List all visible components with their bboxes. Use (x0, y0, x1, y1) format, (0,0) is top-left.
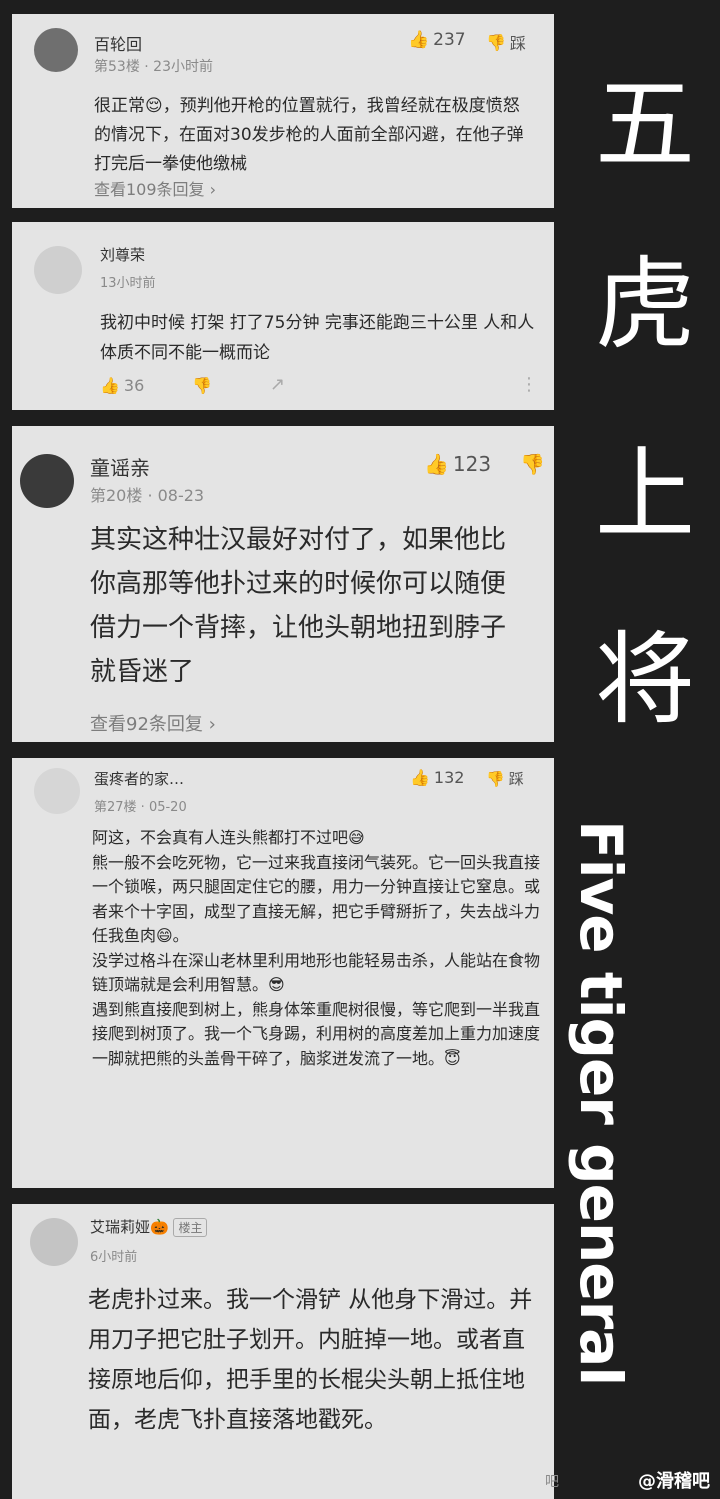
dislike-button[interactable]: 👎 踩 (486, 768, 524, 789)
dislike-button[interactable]: 👎 (192, 376, 212, 395)
comment-card: 百轮回 第53楼 · 23小时前 👍 237 👎 踩 很正常😌，预判他开枪的位置… (12, 14, 554, 208)
comment-card: 刘尊荣 13小时前 我初中时候 打架 打了75分钟 完事还能跑三十公里 人和人体… (12, 222, 554, 410)
share-icon: ↗ (270, 374, 286, 395)
avatar[interactable] (34, 768, 80, 814)
comment-username[interactable]: 百轮回 (94, 31, 142, 55)
like-button[interactable]: 👍 132 (410, 768, 464, 787)
side-title-char: 将 (595, 621, 695, 738)
watermark-fragment: 吧 (545, 1474, 559, 1490)
like-button[interactable]: 👍 237 (408, 30, 466, 50)
share-button[interactable]: ↗ (270, 374, 285, 395)
view-replies-link[interactable]: 查看92条回复 › (90, 710, 216, 736)
more-icon: ⋮ (520, 374, 538, 395)
comment-card: 艾瑞莉娅🎃 楼主 6小时前 老虎扑过来。我一个滑铲 从他身下滑过。并用刀子把它肚… (12, 1204, 554, 1499)
watermark: @滑稽吧 (638, 1471, 710, 1492)
like-count: 36 (123, 376, 145, 395)
view-replies-link[interactable]: 查看109条回复 › (94, 176, 216, 200)
comment-username[interactable]: 蛋疼者的家… (94, 768, 184, 789)
comment-username[interactable]: 刘尊荣 (100, 244, 145, 265)
comment-meta: 第53楼 · 23小时前 (94, 59, 213, 75)
side-title-char: 虎 (595, 246, 695, 363)
like-button[interactable]: 👍 36 (100, 376, 144, 395)
thumbs-down-icon: 👎 (486, 769, 505, 788)
comment-meta: 第20楼 · 08-23 (90, 486, 205, 505)
avatar[interactable] (34, 246, 82, 294)
like-count: 132 (433, 768, 465, 787)
dislike-label: 踩 (508, 770, 524, 788)
author-badge: 楼主 (173, 1218, 208, 1237)
thumbs-down-icon: 👎 (520, 452, 545, 476)
thumbs-up-icon: 👍 (408, 30, 430, 50)
comment-card: 蛋疼者的家… 第27楼 · 05-20 👍 132 👎 踩 阿这，不会真有人连头… (12, 758, 554, 1188)
side-title-char: 五 (595, 66, 695, 183)
dislike-label: 踩 (509, 34, 526, 53)
comment-username[interactable]: 童谣亲 (90, 452, 150, 481)
thumbs-up-icon: 👍 (410, 768, 430, 787)
comment-card: 童谣亲 第20楼 · 08-23 👍 123 👎 其实这种壮汉最好对付了，如果他… (12, 426, 554, 742)
like-count: 237 (433, 30, 466, 50)
thumbs-down-icon: 👎 (486, 32, 506, 52)
avatar[interactable] (34, 28, 78, 72)
thumbs-up-icon: 👍 (424, 452, 449, 476)
comment-username-text: 艾瑞莉娅🎃 (90, 1218, 169, 1236)
comment-text: 很正常😌，预判他开枪的位置就行，我曾经就在极度愤怒的情况下，在面对30发步枪的人… (94, 96, 524, 174)
comment-meta: 13小时前 (100, 276, 156, 291)
comment-meta: 6小时前 (90, 1250, 138, 1265)
like-button[interactable]: 👍 123 (424, 452, 491, 476)
comment-meta: 第27楼 · 05-20 (94, 800, 187, 815)
thumbs-up-icon: 👍 (100, 376, 120, 395)
comment-text: 其实这种壮汉最好对付了，如果他比你高那等他扑过来的时候你可以随便借力一个背摔，让… (90, 525, 507, 687)
like-count: 123 (452, 452, 492, 476)
side-title-char: 上 (595, 436, 695, 553)
more-options-button[interactable]: ⋮ (520, 374, 538, 395)
comment-text: 老虎扑过来。我一个滑铲 从他身下滑过。并用刀子把它肚子划开。内脏掉一地。或者直接… (88, 1287, 533, 1433)
side-title-english-text: Five tiger general (567, 820, 635, 1386)
avatar[interactable] (20, 454, 74, 508)
side-title-english: Five tiger general (560, 820, 710, 1440)
comment-text: 我初中时候 打架 打了75分钟 完事还能跑三十公里 人和人体质不同不能一概而论 (100, 313, 535, 363)
comment-text: 阿这，不会真有人连头熊都打不过吧😅 熊一般不会吃死物，它一过来我直接闭气装死。它… (92, 828, 541, 1068)
thumbs-down-icon: 👎 (192, 376, 212, 395)
dislike-button[interactable]: 👎 踩 (486, 30, 526, 54)
avatar[interactable] (30, 1218, 78, 1266)
dislike-button[interactable]: 👎 (520, 452, 545, 476)
comment-username[interactable]: 艾瑞莉娅🎃 楼主 (90, 1216, 208, 1237)
